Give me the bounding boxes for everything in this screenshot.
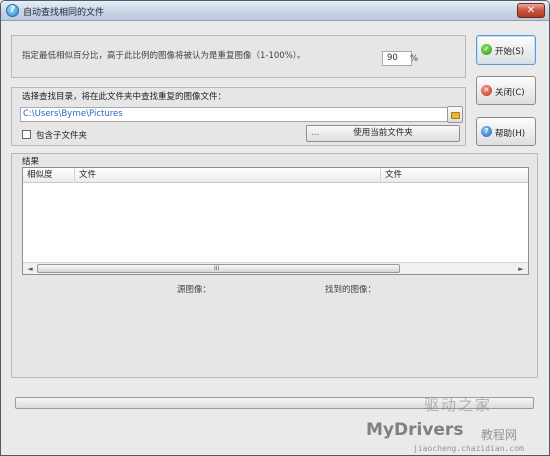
- directory-panel: 选择查找目录，将在此文件夹中查找重复的图像文件： C:\Users\Byrne\…: [11, 87, 466, 146]
- close-button-label: 关闭(C): [495, 88, 525, 98]
- start-button[interactable]: ✓ 开始(S): [476, 35, 536, 65]
- watermark-tutorial: 教程网: [481, 428, 518, 442]
- help-button-label: 帮助(H): [495, 129, 526, 139]
- browse-folder-button[interactable]: [447, 106, 463, 123]
- column-header-file-2[interactable]: 文件: [381, 168, 528, 183]
- results-panel: 结果 相似度 文件 文件 ◄ III ► 源图像： 找到的图像：: [11, 153, 538, 378]
- scroll-grip-icon: III: [214, 265, 220, 272]
- scroll-left-icon[interactable]: ◄: [25, 264, 35, 274]
- threshold-description: 指定最低相似百分比，高于此比例的图像将被认为是重复图像（1-100%）。: [22, 51, 306, 61]
- app-icon: ?: [6, 4, 19, 17]
- horizontal-scrollbar[interactable]: ◄ III ►: [23, 262, 528, 274]
- scroll-right-icon[interactable]: ►: [516, 264, 526, 274]
- results-list[interactable]: 相似度 文件 文件 ◄ III ►: [22, 167, 529, 275]
- use-current-folder-button[interactable]: ... 使用当前文件夹: [306, 125, 460, 142]
- found-image-label: 找到的图像：: [325, 285, 377, 295]
- source-image-label: 源图像：: [177, 285, 212, 295]
- results-label: 结果: [22, 157, 40, 167]
- list-header: 相似度 文件 文件: [23, 168, 528, 183]
- include-subfolders-label[interactable]: 包含子文件夹: [36, 129, 87, 141]
- watermark-mydrivers: MyDrivers: [366, 420, 464, 440]
- title-bar[interactable]: ? 自动查找相同的文件 ✕: [1, 1, 549, 21]
- column-header-file-1[interactable]: 文件: [75, 168, 381, 183]
- help-button[interactable]: ? 帮助(H): [476, 117, 536, 146]
- include-subfolders-checkbox[interactable]: [22, 130, 31, 139]
- threshold-panel: 指定最低相似百分比，高于此比例的图像将被认为是重复图像（1-100%）。 90 …: [11, 35, 466, 78]
- close-button[interactable]: ✕ 关闭(C): [476, 76, 536, 105]
- threshold-input[interactable]: 90: [382, 51, 412, 66]
- percent-unit: %: [410, 54, 419, 64]
- folder-icon: [451, 112, 460, 119]
- check-icon: ✓: [481, 44, 492, 55]
- start-button-label: 开始(S): [495, 47, 525, 57]
- scroll-thumb[interactable]: III: [37, 264, 400, 273]
- close-icon: ✕: [481, 85, 492, 96]
- dialog-window: ? 自动查找相同的文件 ✕ 指定最低相似百分比，高于此比例的图像将被认为是重复图…: [0, 0, 550, 456]
- ellipsis-icon: ...: [311, 128, 320, 138]
- window-title: 自动查找相同的文件: [23, 8, 105, 18]
- directory-path-input[interactable]: C:\Users\Byrne\Pictures: [20, 107, 448, 122]
- window-close-button[interactable]: ✕: [517, 3, 545, 18]
- help-icon: ?: [481, 126, 492, 137]
- column-header-similarity[interactable]: 相似度: [23, 168, 75, 183]
- watermark-brand: 驱动之家: [424, 396, 493, 414]
- use-current-folder-label: 使用当前文件夹: [353, 128, 413, 138]
- watermark-url: jiaocheng.chazidian.com: [413, 444, 524, 453]
- directory-label: 选择查找目录，将在此文件夹中查找重复的图像文件：: [22, 92, 227, 102]
